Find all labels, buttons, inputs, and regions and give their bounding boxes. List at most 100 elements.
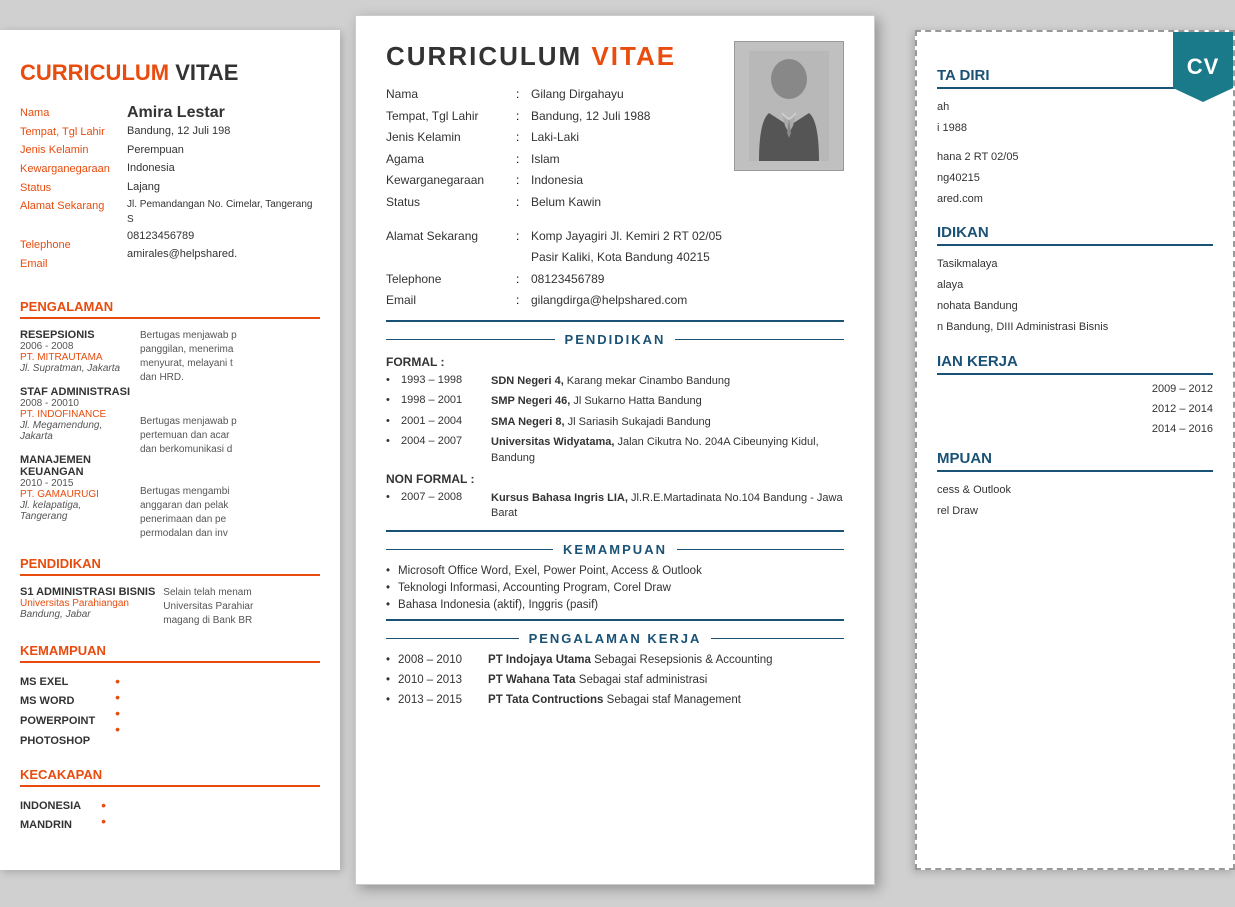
exp-item-1: • 2010 – 2013 PT Wahana Tata Sebagai sta… (386, 674, 844, 686)
divider-3 (386, 619, 844, 621)
value-agama-c: Islam (531, 149, 560, 171)
label-tempat-c: Tempat, Tgl Lahir (386, 106, 516, 128)
job-title-1: STAF ADMINISTRASI (20, 386, 130, 398)
center-section-pendidikan: PENDIDIKAN (386, 332, 844, 347)
value-kewarga-c: Indonesia (531, 170, 583, 192)
left-gender: Perempuan (127, 141, 320, 160)
label-telephone: Telephone (20, 236, 119, 255)
cv-badge: CV (1173, 32, 1233, 102)
left-labels: Nama Tempat, Tgl Lahir Jenis Kelamin Kew… (20, 104, 119, 274)
right-exp-list: 2009 – 2012 2012 – 2014 2014 – 2016 (937, 383, 1213, 435)
right-exp-0: 2009 – 2012 (937, 383, 1213, 395)
right-edu-3: n Bandung, DIII Administrasi Bisnis (937, 317, 1213, 338)
left-lang-list: INDONESIA MANDRIN (20, 797, 81, 837)
left-job-0: RESEPSIONIS 2006 - 2008 PT. MITRAUTAMA J… (20, 329, 130, 374)
label-status-c: Status (386, 192, 516, 214)
job-year-2: 2010 - 2015 (20, 478, 130, 489)
right-val-1: ah (937, 97, 1213, 118)
right-val-addr2: ng40215 (937, 168, 1213, 189)
divider-2 (386, 530, 844, 532)
right-section-kemampuan: MPUAN (937, 450, 1213, 472)
label-nama-c: Nama (386, 84, 516, 106)
right-skill-list: cess & Outlook rel Draw (937, 480, 1213, 522)
right-val-email: ared.com (937, 189, 1213, 210)
left-section-pendidikan: PENDIDIKAN (20, 556, 320, 576)
label-address: Alamat Sekarang (20, 197, 119, 216)
cv-center: CURRICULUM VITAE Nama : Gilang Dirgahayu… (355, 15, 875, 885)
value-alamat-c: Komp Jayagiri Jl. Kemiri 2 RT 02/05Pasir… (531, 226, 722, 269)
center-curriculum: CURRICULUM (386, 41, 582, 71)
skill-2: POWERPOINT (20, 712, 95, 732)
right-section-data-diri: TA DIRI (937, 67, 1213, 89)
info-status: Status : Belum Kawin (386, 192, 676, 214)
lang-1: MANDRIN (20, 816, 81, 836)
right-edu-list: Tasikmalaya alaya nohata Bandung n Bandu… (937, 254, 1213, 338)
value-tempat-c: Bandung, 12 Juli 1988 (531, 106, 650, 128)
edu-item-3: • 2004 – 2007 Universitas Widyatama, Jal… (386, 435, 844, 466)
right-edu-1: alaya (937, 275, 1213, 296)
left-vitae: VITAE (175, 60, 238, 85)
right-exp-1: 2012 – 2014 (937, 403, 1213, 415)
left-edu-uni: Universitas Parahiangan (20, 598, 155, 609)
right-val-2: i 1988 (937, 118, 1213, 139)
skill-1: MS WORD (20, 692, 95, 712)
job-title-2: MANAJEMEN KEUANGAN (20, 454, 130, 478)
left-birthplace: Bandung, 12 Juli 198 (127, 122, 320, 141)
left-section-kemampuan: KEMAMPUAN (20, 643, 320, 663)
job-company-2: PT. GAMAURUGI (20, 489, 130, 500)
right-section-pendidikan: IDIKAN (937, 224, 1213, 246)
left-skills: MS EXEL MS WORD POWERPOINT PHOTOSHOP • •… (20, 673, 320, 752)
cv-left: CURRICULUM VITAE Nama Tempat, Tgl Lahir … (0, 30, 340, 870)
info-tempat: Tempat, Tgl Lahir : Bandung, 12 Juli 198… (386, 106, 676, 128)
scene: CURRICULUM VITAE Nama Tempat, Tgl Lahir … (0, 0, 1235, 907)
right-skill-1: rel Draw (937, 501, 1213, 522)
left-job-1: STAF ADMINISTRASI 2008 - 20010 PT. INDOF… (20, 386, 130, 442)
value-jenis-c: Laki-Laki (531, 127, 579, 149)
divider-1 (386, 320, 844, 322)
badge-text: CV (1187, 54, 1220, 80)
right-skill-0: cess & Outlook (937, 480, 1213, 501)
label-kewarga-c: Kewarganegaraan (386, 170, 516, 192)
label-alamat-c: Alamat Sekarang (386, 226, 516, 269)
left-title: CURRICULUM VITAE (20, 60, 320, 86)
job-company-1: PT. INDOFINANCE (20, 409, 130, 420)
value-email-c: gilangdirga@helpshared.com (531, 290, 687, 312)
center-vitae: VITAE (591, 41, 676, 71)
label-birthplace: Tempat, Tgl Lahir (20, 123, 119, 142)
photo-box (734, 41, 844, 171)
skill-0: MS EXEL (20, 673, 95, 693)
left-telephone: 08123456789 (127, 227, 320, 246)
left-edu-degree: S1 ADMINISTRASI BISNIS (20, 586, 155, 598)
value-nama-c: Gilang Dirgahayu (531, 84, 624, 106)
left-curriculum: CURRICULUM (20, 60, 169, 85)
left-section-kecakapan: KECAKAPAN (20, 767, 320, 787)
job-desc-1: Bertugas menjawab ppertemuan dan acardan… (140, 415, 320, 457)
job-desc-0: Bertugas menjawab ppanggilan, menerimame… (140, 329, 320, 385)
skill-item-0: • Microsoft Office Word, Exel, Power Poi… (386, 565, 844, 577)
right-val-addr: hana 2 RT 02/05 (937, 147, 1213, 168)
info-alamat: Alamat Sekarang : Komp Jayagiri Jl. Kemi… (386, 226, 844, 269)
left-education: S1 ADMINISTRASI BISNIS Universitas Parah… (20, 586, 320, 628)
right-edu-0: Tasikmalaya (937, 254, 1213, 275)
left-lang-dots: • • (101, 797, 106, 837)
job-year-0: 2006 - 2008 (20, 341, 130, 352)
left-languages: INDONESIA MANDRIN • • (20, 797, 320, 837)
label-status: Status (20, 179, 119, 198)
info-telp: Telephone : 08123456789 (386, 269, 844, 291)
skill-item-2: • Bahasa Indonesia (aktif), Inggris (pas… (386, 599, 844, 611)
job-location-2: Jl. kelapatiga, Tangerang (20, 500, 130, 522)
right-section-pengalaman: IAN KERJA (937, 353, 1213, 375)
exp-item-2: • 2013 – 2015 PT Tata Contructions Sebag… (386, 694, 844, 706)
skill-3: PHOTOSHOP (20, 732, 95, 752)
nonformal-item-0: • 2007 – 2008 Kursus Bahasa Ingris LIA, … (386, 491, 844, 522)
right-exp-2: 2014 – 2016 (937, 423, 1213, 435)
skill-item-1: • Teknologi Informasi, Accounting Progra… (386, 582, 844, 594)
label-nama: Nama (20, 104, 119, 123)
center-section-pengalaman: PENGALAMAN KERJA (386, 631, 844, 646)
nonformal-label: NON FORMAL : (386, 472, 844, 486)
right-edu-2: nohata Bandung (937, 296, 1213, 317)
left-address: Jl. Pemandangan No. Cimelar, Tangerang S (127, 197, 320, 227)
left-edu-loc: Bandung, Jabar (20, 609, 155, 620)
left-citizenship: Indonesia (127, 159, 320, 178)
label-jenis-c: Jenis Kelamin (386, 127, 516, 149)
